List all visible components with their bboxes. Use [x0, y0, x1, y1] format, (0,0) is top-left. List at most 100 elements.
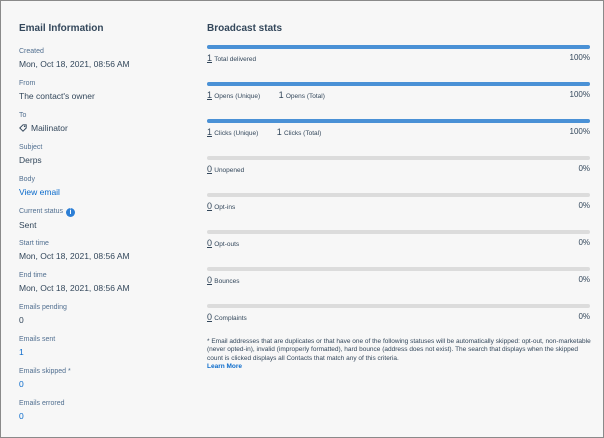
current-status-label-text: Current status: [19, 208, 63, 215]
progress-fill: [207, 119, 590, 123]
view-email-link[interactable]: View email: [19, 186, 60, 198]
clicks-total-label: Clicks (Total): [284, 130, 322, 137]
emails-pending-value: 0: [19, 315, 24, 325]
email-info-title: Email Information: [19, 23, 104, 34]
created-value: Mon, Oct 18, 2021, 08:56 AM: [19, 59, 130, 69]
total-delivered-label: Total delivered: [214, 56, 257, 63]
complaints-count[interactable]: 0: [207, 312, 212, 322]
progress-bar: [207, 156, 590, 160]
subject-label: Subject: [19, 144, 43, 151]
opt-ins-count[interactable]: 0: [207, 201, 212, 211]
opens-percent: 100%: [569, 90, 590, 99]
field-emails-pending: Emails pending 0: [19, 303, 67, 326]
to-value: Mailinator: [31, 123, 68, 133]
to-label: To: [19, 112, 27, 119]
emails-sent-label: Emails sent: [19, 336, 56, 343]
complaints-percent: 0%: [578, 312, 590, 321]
progress-bar: [207, 82, 590, 86]
opt-ins-label: Opt-ins: [214, 204, 236, 211]
progress-bar: [207, 193, 590, 197]
from-value: The contact's owner: [19, 91, 95, 101]
to-row: Mailinator: [19, 122, 68, 134]
emails-skipped-link[interactable]: 0: [19, 378, 71, 390]
emails-pending-label: Emails pending: [19, 304, 67, 311]
broadcast-stats-title: Broadcast stats: [207, 23, 283, 34]
field-to: To Mailinator: [19, 111, 68, 134]
opt-outs-label: Opt-outs: [214, 241, 240, 248]
emails-skipped-label: Emails skipped *: [19, 368, 71, 375]
opens-unique-count[interactable]: 1: [207, 90, 212, 100]
emails-sent-link[interactable]: 1: [19, 346, 55, 358]
clicks-percent: 100%: [569, 127, 590, 136]
emails-errored-label: Emails errored: [19, 400, 65, 407]
unopened-count[interactable]: 0: [207, 164, 212, 174]
created-label: Created: [19, 48, 44, 55]
progress-fill: [207, 82, 590, 86]
total-delivered-count[interactable]: 1: [207, 53, 212, 63]
progress-bar: [207, 230, 590, 234]
field-emails-errored: Emails errored 0: [19, 399, 65, 422]
field-subject: Subject Derps: [19, 143, 42, 166]
progress-bar: [207, 304, 590, 308]
field-current-status: Current status i Sent: [19, 207, 75, 231]
complaints-label: Complaints: [214, 315, 247, 322]
clicks-unique-label: Clicks (Unique): [214, 130, 259, 137]
field-emails-sent: Emails sent 1: [19, 335, 55, 358]
learn-more-link[interactable]: Learn More: [207, 363, 591, 371]
unopened-label: Unopened: [214, 167, 245, 174]
stat-row: 1 Clicks (Unique) 1 Clicks (Total) 100%: [207, 127, 590, 139]
field-emails-skipped: Emails skipped * 0: [19, 367, 71, 390]
start-time-label: Start time: [19, 240, 49, 247]
field-from: From The contact's owner: [19, 79, 95, 102]
stat-unopened: 0 Unopened 0%: [207, 156, 590, 186]
broadcast-stats-column: Broadcast stats 1 Total delivered 100% 1…: [207, 23, 591, 322]
stat-row: 0 Complaints 0%: [207, 312, 590, 324]
stat-row: 1 Opens (Unique) 1 Opens (Total) 100%: [207, 90, 590, 102]
email-info-column: Email Information Created Mon, Oct 18, 2…: [19, 23, 189, 421]
stat-row: 0 Opt-ins 0%: [207, 201, 590, 213]
bounces-percent: 0%: [578, 275, 590, 284]
opens-unique-label: Opens (Unique): [214, 93, 261, 100]
email-details-panel: Email Information Created Mon, Oct 18, 2…: [0, 0, 604, 438]
tag-icon: [19, 124, 27, 132]
stat-bounces: 0 Bounces 0%: [207, 267, 590, 297]
clicks-unique-count[interactable]: 1: [207, 127, 212, 137]
unopened-percent: 0%: [578, 164, 590, 173]
stat-total-delivered: 1 Total delivered 100%: [207, 45, 590, 75]
stat-row: 1 Total delivered 100%: [207, 53, 590, 65]
stat-clicks: 1 Clicks (Unique) 1 Clicks (Total) 100%: [207, 119, 590, 149]
stat-opt-ins: 0 Opt-ins 0%: [207, 193, 590, 223]
body-label: Body: [19, 176, 35, 183]
field-end-time: End time Mon, Oct 18, 2021, 08:56 AM: [19, 271, 130, 294]
opens-total-label: Opens (Total): [285, 93, 325, 100]
field-created: Created Mon, Oct 18, 2021, 08:56 AM: [19, 47, 130, 70]
from-label: From: [19, 80, 36, 87]
stat-row: 0 Bounces 0%: [207, 275, 590, 287]
progress-bar: [207, 267, 590, 271]
opt-ins-percent: 0%: [578, 201, 590, 210]
stat-row: 0 Unopened 0%: [207, 164, 590, 176]
stat-row: 0 Opt-outs 0%: [207, 238, 590, 250]
bounces-count[interactable]: 0: [207, 275, 212, 285]
bounces-label: Bounces: [214, 278, 240, 285]
current-status-label: Current status i: [19, 207, 75, 217]
subject-value: Derps: [19, 155, 42, 165]
opt-outs-count[interactable]: 0: [207, 238, 212, 248]
progress-fill: [207, 45, 590, 49]
progress-bar: [207, 119, 590, 123]
footnote-text: * Email addresses that are duplicates or…: [207, 338, 591, 362]
progress-bar: [207, 45, 590, 49]
info-icon[interactable]: i: [65, 208, 75, 217]
field-body: Body View email: [19, 175, 60, 198]
end-time-value: Mon, Oct 18, 2021, 08:56 AM: [19, 283, 130, 293]
clicks-total-count: 1: [276, 127, 282, 137]
opt-outs-percent: 0%: [578, 238, 590, 247]
field-start-time: Start time Mon, Oct 18, 2021, 08:56 AM: [19, 239, 130, 262]
stat-complaints: 0 Complaints 0%: [207, 304, 590, 334]
skipped-footnote: * Email addresses that are duplicates or…: [207, 338, 591, 371]
end-time-label: End time: [19, 272, 47, 279]
emails-errored-link[interactable]: 0: [19, 410, 65, 422]
stat-opt-outs: 0 Opt-outs 0%: [207, 230, 590, 260]
stat-opens: 1 Opens (Unique) 1 Opens (Total) 100%: [207, 82, 590, 112]
total-delivered-percent: 100%: [569, 53, 590, 62]
